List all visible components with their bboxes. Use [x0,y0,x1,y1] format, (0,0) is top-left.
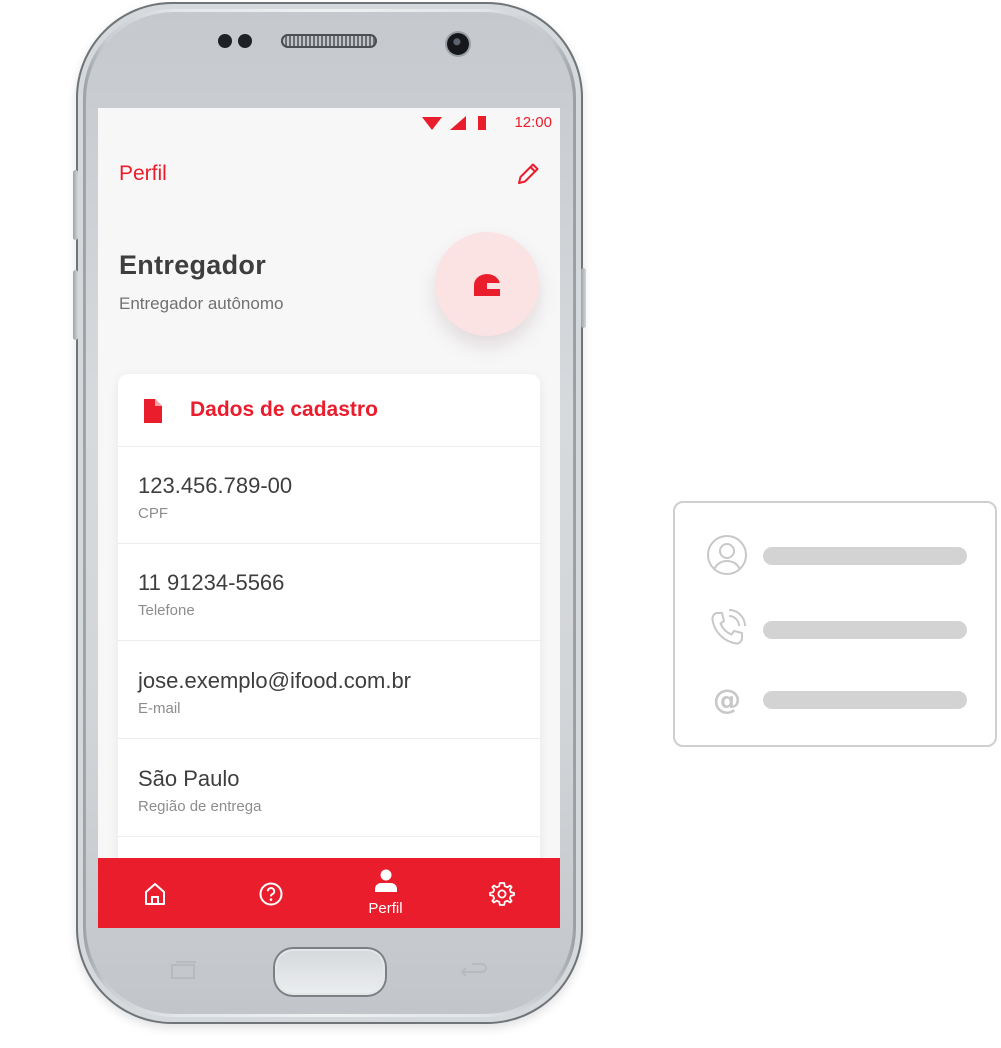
status-bar: 12:00 [98,108,560,138]
field-label: E-mail [138,700,181,717]
wifi-icon [422,117,442,130]
signal-icon [450,116,466,130]
helmet-icon [474,274,500,296]
back-icon[interactable] [458,958,488,984]
field-value: São Paulo [138,766,240,791]
at-icon: @ [713,683,741,716]
field-cpf: 123.456.789-00 CPF [118,447,540,544]
avatar[interactable] [435,232,539,336]
document-icon [144,399,162,423]
user-circle-icon [707,535,747,575]
field-value: 123.456.789-00 [138,473,293,498]
field-value: jose.exemplo@ifood.com.br [138,668,412,693]
recent-apps-icon[interactable] [170,960,198,980]
placeholder-bar [763,621,967,639]
status-time: 12:00 [514,114,552,131]
nav-label-perfil: Perfil [368,900,403,917]
profile-name: Entregador [119,250,267,280]
field-label: Região de entrega [138,798,262,815]
page-title: Perfil [119,162,167,185]
field-email: jose.exemplo@ifood.com.br E-mail [118,642,540,739]
side-button-right [581,268,586,328]
sensor-dot [218,34,232,48]
phone-icon [711,609,746,645]
profile-section: Entregador Entregador autônomo [98,210,560,350]
contact-row-phone [705,607,969,651]
nav-item-home[interactable] [98,858,213,928]
field-value: 11 91234-5566 [138,570,285,595]
field-label: CPF [138,505,168,522]
svg-text:@: @ [713,683,741,716]
pencil-icon [518,163,539,184]
app-header: Perfil [98,138,560,210]
card-header: Dados de cadastro [118,374,540,447]
power-button [73,270,78,340]
placeholder-bar [763,691,967,709]
field-label: Telefone [138,602,195,619]
field-regiao: São Paulo Região de entrega [118,740,540,837]
card-title: Dados de cadastro [190,398,378,421]
nav-item-perfil[interactable]: Perfil [328,858,443,928]
app-screen: 12:00 Perfil Entregador Entregador autôn… [98,108,560,928]
edit-button[interactable] [514,160,542,188]
status-icons [422,116,486,130]
gear-icon [489,882,515,906]
nav-item-help[interactable] [213,858,328,928]
earpiece-speaker [281,34,377,48]
home-icon [145,883,165,905]
front-camera [447,33,469,55]
contact-row-email: @ [705,677,969,721]
registration-card: Dados de cadastro 123.456.789-00 CPF 11 … [118,374,540,894]
person-icon [375,869,397,892]
nav-item-settings[interactable] [443,858,558,928]
field-telefone: 11 91234-5566 Telefone [118,544,540,641]
home-hardware-button[interactable] [273,947,387,997]
bottom-nav: Perfil [98,858,560,928]
help-icon [259,882,283,906]
contact-row-user [705,533,969,577]
battery-icon [478,116,486,130]
sensor-dot [238,34,252,48]
profile-role: Entregador autônomo [119,294,284,313]
volume-button [73,170,78,240]
contact-info-illustration: @ [673,501,997,747]
placeholder-bar [763,547,967,565]
